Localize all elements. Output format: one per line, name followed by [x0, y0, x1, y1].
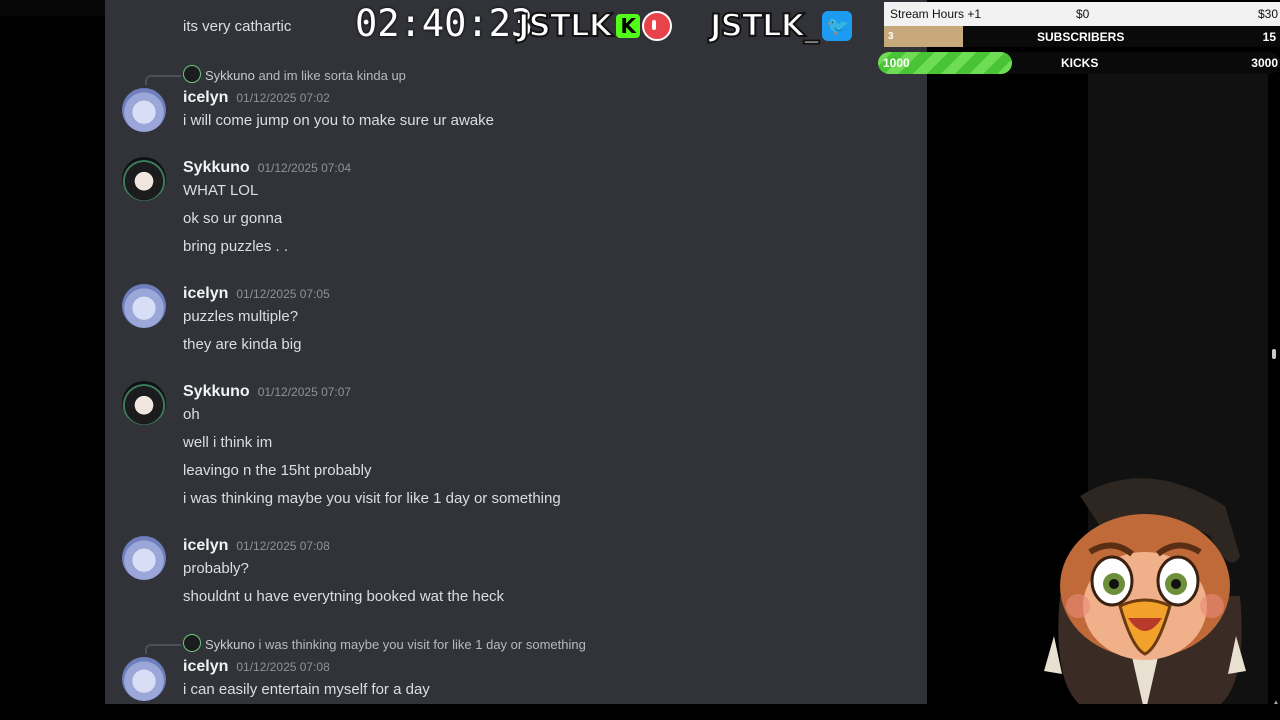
reply-avatar-icon: [183, 634, 201, 652]
twitter-logo-text: JSTLK_: [709, 7, 820, 45]
message-line: shouldnt u have everytning booked wat th…: [183, 588, 505, 605]
message-line: probably?: [183, 560, 249, 577]
icelyn-avatar[interactable]: [122, 88, 166, 132]
reply-connector: [145, 644, 181, 654]
twitter-logo: JSTLK_ 🐦: [709, 6, 853, 46]
message-line: oh: [183, 406, 200, 423]
kicks-goal: 3000: [1251, 56, 1278, 70]
message-line: i was thinking maybe you visit for like …: [183, 490, 561, 507]
kicks-label: KICKS: [1061, 56, 1099, 70]
message-author[interactable]: Sykkuno 01/12/2025 07:07: [183, 383, 351, 401]
stream-hours-bar: Stream Hours +1 $0 $30: [884, 2, 1280, 26]
reply-avatar-icon: [183, 65, 201, 83]
message-timestamp: 01/12/2025 07:04: [257, 161, 352, 175]
record-icon: [641, 11, 672, 41]
kick-logo-text: JSTLK: [517, 7, 614, 45]
icelyn-avatar[interactable]: [122, 284, 166, 328]
stream-hours-label: Stream Hours +1: [890, 7, 982, 21]
message-author[interactable]: icelyn 01/12/2025 07:05: [183, 285, 330, 303]
message-timestamp: 01/12/2025 07:08: [236, 660, 330, 674]
reply-text: i was thinking maybe you visit for like …: [258, 637, 586, 652]
owl-mascot-icon: [1044, 478, 1246, 714]
message-timestamp: 01/12/2025 07:02: [236, 91, 330, 105]
icelyn-avatar[interactable]: [122, 657, 166, 701]
message-line: i will come jump on you to make sure ur …: [183, 112, 494, 129]
kicks-bar: 1000 KICKS 3000: [878, 52, 1280, 74]
message-author[interactable]: icelyn 01/12/2025 07:02: [183, 89, 330, 107]
message-line: ok so ur gonna: [183, 210, 283, 227]
reply-text: and im like sorta kinda up: [258, 68, 406, 83]
message-line: well i think im: [183, 434, 273, 451]
message-line: its very cathartic: [183, 18, 292, 35]
message-author[interactable]: icelyn 01/12/2025 07:08: [183, 658, 330, 676]
message-line: WHAT LOL: [183, 182, 259, 199]
chat-window: its very cathartic Sykkuno and im like s…: [105, 0, 927, 704]
message-line: bring puzzles . .: [183, 238, 289, 255]
message-line: they are kinda big: [183, 336, 302, 353]
bottom-strip: [0, 704, 1280, 720]
scrollbar-thumb[interactable]: [1272, 349, 1276, 359]
message-author[interactable]: icelyn 01/12/2025 07:08: [183, 537, 330, 555]
subscribers-current: 3: [888, 31, 894, 42]
stream-hours-current: $0: [1076, 7, 1090, 21]
message-timestamp: 01/12/2025 07:05: [236, 287, 330, 301]
subscribers-progress-fill: [884, 26, 964, 47]
stream-timer: 02:40:23: [355, 2, 534, 45]
message-line: leavingo n the 15ht probably: [183, 462, 372, 479]
sykkuno-avatar[interactable]: [122, 381, 166, 425]
reply-connector: [145, 75, 181, 85]
icelyn-avatar[interactable]: [122, 536, 166, 580]
subscribers-goal: 15: [1262, 30, 1276, 44]
reply-author: Sykkuno: [205, 68, 255, 83]
kicks-current: 1000: [883, 56, 910, 70]
message-timestamp: 01/12/2025 07:07: [257, 385, 352, 399]
message-author[interactable]: Sykkuno 01/12/2025 07:04: [183, 159, 351, 177]
subscribers-bar: 3 SUBSCRIBERS 15: [884, 26, 1280, 47]
subscribers-label: SUBSCRIBERS: [1037, 30, 1125, 44]
message-line: i can easily entertain myself for a day: [183, 681, 430, 698]
message-timestamp: 01/12/2025 07:08: [236, 539, 330, 553]
sykkuno-avatar[interactable]: [122, 157, 166, 201]
twitter-bird-icon: 🐦: [822, 11, 853, 41]
reply-preview[interactable]: Sykkuno and im like sorta kinda up: [183, 65, 406, 83]
message-line: puzzles multiple?: [183, 308, 299, 325]
stream-hours-goal: $30: [1257, 7, 1278, 21]
kick-icon: K: [615, 14, 640, 38]
reply-author: Sykkuno: [205, 637, 255, 652]
kick-logo: JSTLK K: [517, 6, 672, 46]
reply-preview[interactable]: Sykkuno i was thinking maybe you visit f…: [183, 634, 586, 652]
